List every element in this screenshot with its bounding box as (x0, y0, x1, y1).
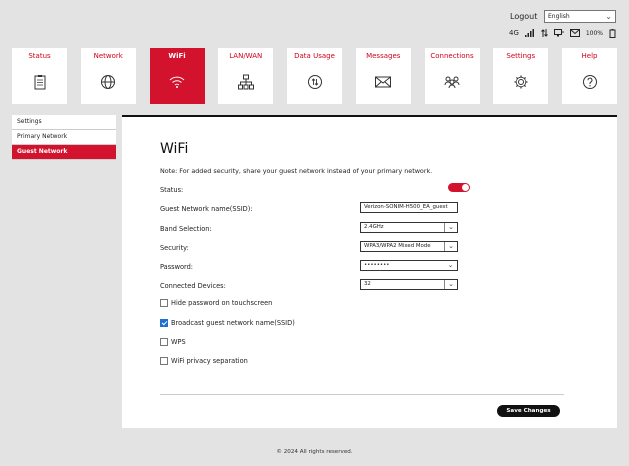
envelope-icon (375, 76, 392, 88)
message-icon (569, 29, 580, 37)
globe-icon (101, 75, 116, 89)
ssid-input[interactable]: Verizon-SONIM-H500_EA_guest (360, 202, 458, 213)
devices-select[interactable]: 32 ⌄ (360, 279, 458, 290)
logout-link[interactable]: Logout (510, 12, 537, 21)
security-value: WPA3/WPA2 Mixed Mode (364, 243, 431, 249)
hide-password-option[interactable]: Hide password on touchscreen (160, 299, 272, 307)
band-value: 2.4GHz (364, 224, 384, 230)
checkbox[interactable] (160, 357, 168, 365)
sidebar-item-primary-network[interactable]: Primary Network (12, 130, 116, 145)
tab-label: Messages (366, 52, 401, 60)
ssid-label: Guest Network name(SSID): (160, 205, 253, 213)
tab-label: Network (93, 52, 123, 60)
checkbox[interactable] (160, 319, 168, 327)
checkbox[interactable] (160, 338, 168, 346)
save-changes-button[interactable]: Save Changes (497, 405, 560, 417)
hotspot-icon (553, 29, 564, 37)
wps-option[interactable]: WPS (160, 338, 186, 346)
password-value: •••••••• (364, 262, 390, 268)
devices-label: Connected Devices: (160, 282, 226, 290)
security-note: Note: For added security, share your gue… (160, 167, 433, 175)
data-usage-icon (307, 75, 322, 89)
clipboard-icon (34, 75, 45, 90)
question-icon (582, 75, 597, 89)
tab-messages[interactable]: Messages (355, 48, 411, 104)
chevron-down-icon: ⌄ (444, 223, 457, 232)
password-input[interactable]: •••••••• ⌄ (360, 260, 458, 271)
sidebar: Settings Primary Network Guest Network (12, 115, 116, 160)
language-value: English (548, 13, 570, 20)
status-label: Status: (160, 186, 184, 194)
tab-label: LAN/WAN (229, 52, 263, 60)
tab-network[interactable]: Network (80, 48, 136, 104)
password-label: Password: (160, 263, 194, 271)
users-icon (444, 76, 460, 89)
toggle-knob (462, 184, 469, 191)
tab-label: Connections (430, 52, 474, 60)
tab-label: Status (28, 52, 51, 60)
tab-label: Help (581, 52, 598, 60)
devices-value: 32 (364, 281, 371, 287)
network-tree-icon (237, 74, 254, 90)
checkbox-label: WPS (171, 338, 186, 346)
data-transfer-icon (541, 29, 548, 37)
chevron-down-icon: ⌄ (605, 12, 612, 21)
chevron-down-icon: ⌄ (444, 242, 457, 251)
battery-icon (609, 28, 616, 38)
reveal-icon[interactable]: ⌄ (444, 261, 457, 270)
language-select[interactable]: English ⌄ (544, 10, 616, 23)
privacy-separation-option[interactable]: WiFi privacy separation (160, 357, 248, 365)
ssid-value: Verizon-SONIM-H500_EA_guest (364, 204, 448, 210)
checkbox-label: WiFi privacy separation (171, 357, 248, 365)
tab-wifi[interactable]: WiFi (149, 48, 205, 104)
page-title: WiFi (160, 141, 189, 157)
tab-label: Data Usage (294, 52, 335, 60)
checkbox-label: Hide password on touchscreen (171, 299, 273, 307)
tab-settings[interactable]: Settings (493, 48, 549, 104)
tab-help[interactable]: Help (562, 48, 617, 104)
sidebar-item-guest-network[interactable]: Guest Network (12, 145, 116, 160)
status-bar: 4G 100% (509, 27, 617, 39)
checkbox-label: Broadcast guest network name(SSID) (171, 319, 295, 327)
security-label: Security: (160, 244, 189, 252)
status-toggle[interactable] (448, 183, 470, 192)
main-panel: WiFi Note: For added security, share you… (122, 115, 617, 428)
tab-lan-wan[interactable]: LAN/WAN (218, 48, 274, 104)
divider (160, 394, 564, 395)
sidebar-item-settings[interactable]: Settings (12, 115, 116, 130)
band-label: Band Selection: (160, 225, 212, 233)
checkbox[interactable] (160, 299, 168, 307)
wifi-icon (169, 76, 185, 88)
tab-label: Settings (506, 52, 536, 60)
chevron-down-icon: ⌄ (444, 280, 457, 289)
tab-status[interactable]: Status (12, 48, 67, 104)
gear-icon (514, 75, 528, 89)
broadcast-ssid-option[interactable]: Broadcast guest network name(SSID) (160, 319, 295, 327)
signal-strength-icon (524, 29, 534, 37)
security-select[interactable]: WPA3/WPA2 Mixed Mode ⌄ (360, 241, 458, 252)
network-type: 4G (509, 29, 519, 37)
main-nav: Status Network WiFi LAN/WAN Data Usage M… (12, 48, 617, 106)
battery-percent: 100% (585, 29, 603, 37)
footer-copyright: © 2024 All rights reserved. (276, 449, 353, 455)
tab-label: WiFi (168, 52, 186, 60)
band-select[interactable]: 2.4GHz ⌄ (360, 222, 458, 233)
tab-data-usage[interactable]: Data Usage (287, 48, 342, 104)
tab-connections[interactable]: Connections (424, 48, 480, 104)
